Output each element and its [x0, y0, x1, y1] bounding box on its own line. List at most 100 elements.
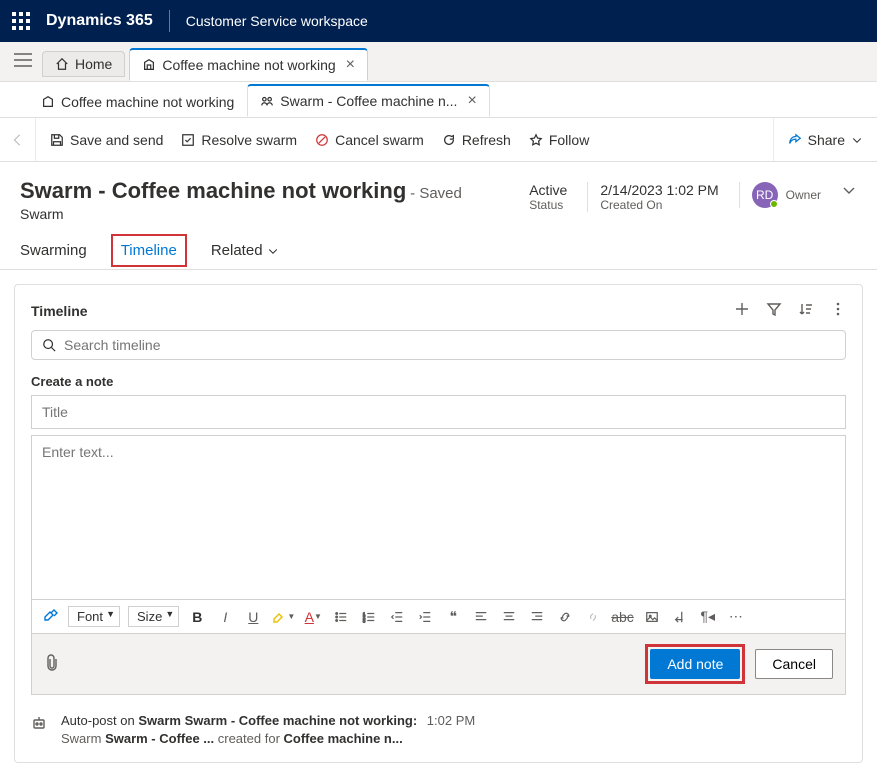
- rtl-button[interactable]: ¶◂: [698, 607, 718, 627]
- align-center-button[interactable]: [499, 607, 519, 627]
- bold-button[interactable]: B: [187, 607, 207, 627]
- note-body-input[interactable]: [31, 435, 846, 600]
- created-on-value: 2/14/2023 1:02 PM: [600, 182, 718, 198]
- app-launcher-icon[interactable]: [12, 12, 30, 30]
- case-tab[interactable]: Coffee machine not working ×: [129, 48, 368, 81]
- more-format-button[interactable]: ⋯: [726, 607, 746, 627]
- font-selector[interactable]: Font ▼: [68, 606, 120, 627]
- sort-button[interactable]: [798, 301, 814, 320]
- refresh-button[interactable]: Refresh: [442, 132, 511, 148]
- ltr-button[interactable]: [670, 607, 690, 627]
- close-icon[interactable]: ×: [467, 92, 476, 110]
- resolve-swarm-button[interactable]: Resolve swarm: [181, 132, 297, 148]
- outdent-button[interactable]: [387, 607, 407, 627]
- link-button[interactable]: [555, 607, 575, 627]
- back-button[interactable]: [0, 118, 36, 161]
- auto-post-subject: Swarm Swarm - Coffee machine not working…: [138, 713, 417, 728]
- expand-header-button[interactable]: [841, 182, 857, 201]
- hamburger-icon[interactable]: [8, 47, 38, 76]
- strikethrough-button[interactable]: abc: [611, 607, 634, 627]
- sort-icon: [798, 301, 814, 317]
- command-bar: Save and send Resolve swarm Cancel swarm…: [0, 118, 877, 162]
- align-right-button[interactable]: [527, 607, 547, 627]
- tab-timeline[interactable]: Timeline: [111, 234, 187, 267]
- plus-icon: [734, 301, 750, 317]
- cancel-note-button[interactable]: Cancel: [755, 649, 833, 679]
- share-label: Share: [808, 132, 845, 148]
- resolve-icon: [181, 133, 195, 147]
- follow-button[interactable]: Follow: [529, 132, 589, 148]
- close-icon[interactable]: ×: [346, 56, 355, 74]
- section-tabs: Swarming Timeline Related: [0, 232, 877, 270]
- add-note-button[interactable]: Add note: [650, 649, 740, 679]
- owner-label: Owner: [786, 188, 821, 202]
- swarm-icon: [260, 94, 274, 108]
- presence-indicator: [770, 200, 778, 208]
- case-icon: [41, 95, 55, 109]
- chevron-down-icon: [851, 134, 863, 146]
- search-timeline-input[interactable]: [64, 337, 835, 353]
- numbered-list-button[interactable]: 123: [359, 607, 379, 627]
- attach-button[interactable]: [44, 654, 60, 675]
- auto-post-entry: Auto-post on Swarm Swarm - Coffee machin…: [31, 713, 846, 746]
- save-and-send-button[interactable]: Save and send: [50, 132, 163, 148]
- auto-post-prefix: Auto-post on: [61, 713, 138, 728]
- align-left-button[interactable]: [471, 607, 491, 627]
- saved-indicator: - Saved: [410, 185, 462, 202]
- star-icon: [529, 133, 543, 147]
- cancel-swarm-button[interactable]: Cancel swarm: [315, 132, 424, 148]
- search-timeline-box[interactable]: [31, 330, 846, 360]
- tab-related[interactable]: Related: [211, 232, 279, 269]
- resolve-swarm-label: Resolve swarm: [201, 132, 297, 148]
- refresh-icon: [442, 133, 456, 147]
- timeline-card: Timeline Create a note: [14, 284, 863, 763]
- filter-button[interactable]: [766, 301, 782, 320]
- sub-tab-case-label: Coffee machine not working: [61, 94, 234, 110]
- status-value: Active: [529, 182, 567, 198]
- case-tab-label: Coffee machine not working: [162, 57, 335, 73]
- created-on-label: Created On: [600, 198, 718, 212]
- sub-tab-case[interactable]: Coffee machine not working: [28, 87, 247, 117]
- share-icon: [788, 133, 802, 147]
- note-footer: Add note Cancel: [31, 634, 846, 695]
- home-tab-label: Home: [75, 56, 112, 72]
- sub-tab-swarm[interactable]: Swarm - Coffee machine n... ×: [247, 84, 490, 117]
- sub-tabs-row: Coffee machine not working Swarm - Coffe…: [0, 82, 877, 118]
- unlink-button[interactable]: [583, 607, 603, 627]
- note-title-input[interactable]: [31, 395, 846, 429]
- indent-button[interactable]: [415, 607, 435, 627]
- more-button[interactable]: [830, 301, 846, 320]
- timeline-header: Timeline: [31, 303, 88, 319]
- text-color-button[interactable]: A▼: [303, 607, 323, 627]
- home-tab[interactable]: Home: [42, 51, 125, 77]
- filter-icon: [766, 301, 782, 317]
- owner-avatar[interactable]: RD: [752, 182, 778, 208]
- auto-post-time: 1:02 PM: [427, 713, 475, 728]
- size-selector[interactable]: Size ▼: [128, 606, 179, 627]
- robot-icon: [31, 713, 47, 746]
- add-button[interactable]: [734, 301, 750, 320]
- record-header: Swarm - Coffee machine not working - Sav…: [0, 162, 877, 232]
- cancel-swarm-label: Cancel swarm: [335, 132, 424, 148]
- search-icon: [42, 338, 56, 352]
- workspace-label: Customer Service workspace: [186, 13, 368, 29]
- bullet-list-button[interactable]: [331, 607, 351, 627]
- highlight-button[interactable]: ▼: [271, 607, 295, 627]
- image-button[interactable]: [642, 607, 662, 627]
- format-painter-button[interactable]: [40, 607, 60, 627]
- chevron-down-icon: [267, 245, 279, 257]
- formatting-toolbar: Font ▼ Size ▼ B I U ▼ A▼ 123 ❝ abc: [31, 600, 846, 634]
- brand-label: Dynamics 365: [46, 12, 153, 30]
- home-icon: [55, 57, 69, 71]
- tab-swarming[interactable]: Swarming: [20, 232, 87, 269]
- tab-related-label: Related: [211, 242, 263, 259]
- share-button[interactable]: Share: [773, 118, 877, 161]
- quote-button[interactable]: ❝: [443, 607, 463, 627]
- cancel-icon: [315, 133, 329, 147]
- case-icon: [142, 58, 156, 72]
- follow-label: Follow: [549, 132, 589, 148]
- save-and-send-label: Save and send: [70, 132, 163, 148]
- italic-button[interactable]: I: [215, 607, 235, 627]
- page-title: Swarm - Coffee machine not working: [20, 178, 406, 203]
- underline-button[interactable]: U: [243, 607, 263, 627]
